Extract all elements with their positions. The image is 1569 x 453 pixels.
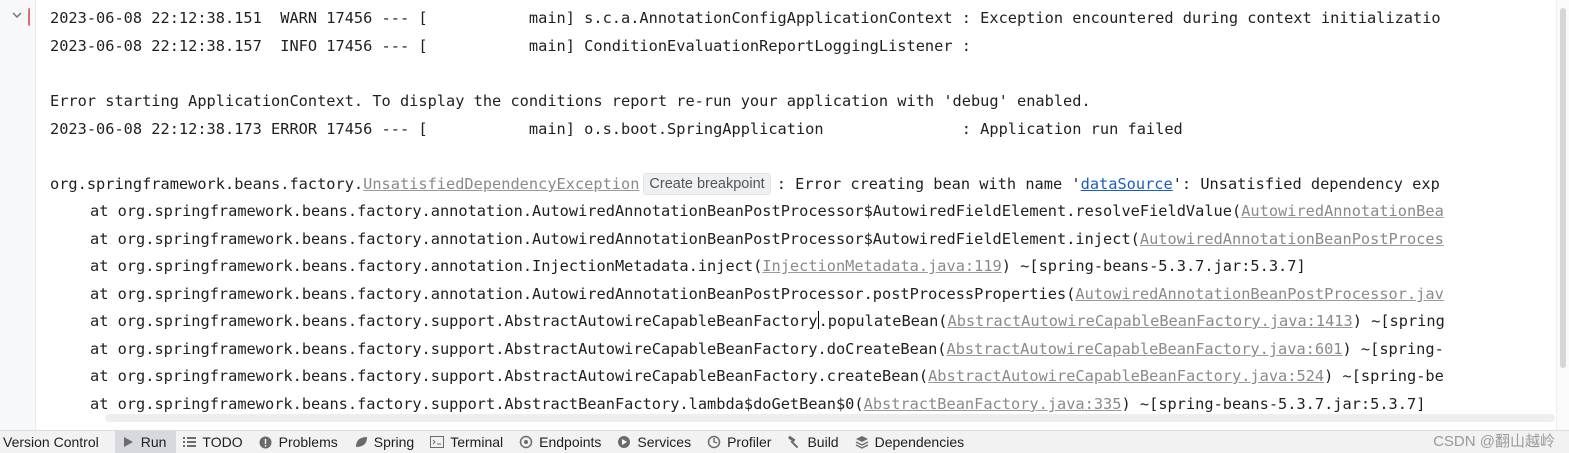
stack-frame-text: at org.springframework.beans.factory.ann…: [90, 230, 1140, 248]
tool-label: Problems: [278, 434, 338, 450]
vertical-scrollbar[interactable]: [1556, 0, 1569, 431]
stack-line: at org.springframework.beans.factory.sup…: [50, 363, 1444, 390]
stack-line: at org.springframework.beans.factory.sup…: [50, 308, 1445, 335]
tool-endpoints[interactable]: Endpoints: [513, 431, 611, 453]
scrollbar-thumb[interactable]: [1560, 8, 1566, 368]
tool-label: Dependencies: [874, 434, 965, 450]
tool-build[interactable]: Build: [781, 431, 848, 453]
exception-line: org.springframework.beans.factory.Unsati…: [50, 171, 1440, 198]
console-gutter: [0, 0, 36, 431]
stack-line: at org.springframework.beans.factory.ann…: [50, 226, 1444, 253]
stack-frame-suffix: ) ~[spring: [1352, 312, 1445, 330]
stack-line: at org.springframework.beans.factory.ann…: [50, 281, 1444, 308]
source-link[interactable]: AbstractAutowireCapableBeanFactory.java:…: [928, 367, 1324, 385]
bean-name-link[interactable]: dataSource: [1081, 175, 1173, 193]
stack-line: at org.springframework.beans.factory.sup…: [50, 336, 1444, 363]
stack-frame-text: at org.springframework.beans.factory.sup…: [90, 367, 929, 385]
exception-prefix: org.springframework.beans.factory.: [50, 175, 364, 193]
stack-frame-text: .populateBean(: [818, 312, 948, 330]
run-console-output[interactable]: 2023-06-08 22:12:38.151 WARN 17456 --- […: [36, 0, 1557, 431]
hammer-icon: [787, 435, 801, 449]
stack-frame-suffix: ) ~[spring-be: [1324, 367, 1444, 385]
horizontal-scrollbar[interactable]: [105, 414, 1555, 422]
stack-frame-text: at org.springframework.beans.factory.sup…: [90, 312, 818, 330]
fold-marker-icon: [28, 8, 33, 26]
tool-label: Run: [140, 434, 167, 450]
source-link[interactable]: AbstractAutowireCapableBeanFactory.java:…: [946, 340, 1342, 358]
tool-problems[interactable]: Problems: [253, 431, 348, 453]
list-icon: [182, 435, 196, 449]
stack-frame-suffix: ) ~[spring-: [1342, 340, 1444, 358]
tool-terminal[interactable]: Terminal: [424, 431, 513, 453]
terminal-icon: [430, 435, 445, 449]
services-icon: [617, 435, 631, 449]
tool-version-control[interactable]: Version Control: [0, 431, 109, 453]
tool-label: TODO: [202, 434, 243, 450]
profiler-icon: [707, 435, 721, 449]
source-link[interactable]: AutowiredAnnotationBeanPostProcessor.jav: [1075, 285, 1443, 303]
info-icon: [259, 435, 273, 449]
stack-frame-text: at org.springframework.beans.factory.ann…: [90, 202, 1242, 220]
source-link[interactable]: AbstractBeanFactory.java:335: [864, 395, 1122, 413]
log-line: 2023-06-08 22:12:38.173 ERROR 17456 --- …: [50, 120, 1183, 138]
exception-message-tail: ': Unsatisfied dependency exp: [1172, 175, 1440, 193]
tool-window-bar: Version Control Run TODO Problems Spring…: [0, 430, 1569, 453]
endpoints-icon: [519, 435, 533, 449]
tool-label: Endpoints: [539, 434, 602, 450]
stack-frame-text: at org.springframework.beans.factory.ann…: [90, 285, 1076, 303]
stack-frame-suffix: ) ~[spring-beans-5.3.7.jar:5.3.7]: [1121, 395, 1426, 413]
stack-icon: [855, 435, 869, 449]
play-icon: [121, 435, 135, 449]
exception-class-link[interactable]: UnsatisfiedDependencyException: [363, 175, 639, 193]
create-breakpoint-button[interactable]: Create breakpoint: [643, 173, 771, 195]
source-link[interactable]: AutowiredAnnotationBeanPostProces: [1140, 230, 1444, 248]
chevron-down-icon[interactable]: [8, 6, 26, 24]
stack-line: at org.springframework.beans.factory.ann…: [50, 253, 1306, 280]
stack-frame-text: at org.springframework.beans.factory.ann…: [90, 257, 763, 275]
tool-label: Profiler: [727, 434, 772, 450]
tool-services[interactable]: Services: [611, 431, 701, 453]
tool-run[interactable]: Run: [114, 431, 177, 453]
source-link[interactable]: AbstractAutowireCapableBeanFactory.java:…: [948, 312, 1353, 330]
exception-message: : Error creating bean with name ': [776, 175, 1081, 193]
stack-frame-suffix: ) ~[spring-beans-5.3.7.jar:5.3.7]: [1001, 257, 1306, 275]
leaf-icon: [354, 435, 368, 449]
tool-label: Spring: [373, 434, 415, 450]
log-line: 2023-06-08 22:12:38.157 INFO 17456 --- […: [50, 37, 971, 55]
source-link[interactable]: InjectionMetadata.java:119: [762, 257, 1001, 275]
stack-frame-text: at org.springframework.beans.factory.sup…: [90, 395, 864, 413]
tool-label: Version Control: [3, 434, 99, 450]
stack-frame-text: at org.springframework.beans.factory.sup…: [90, 340, 947, 358]
log-line: Error starting ApplicationContext. To di…: [50, 92, 1091, 110]
watermark: CSDN @翻山越岭: [1433, 433, 1555, 450]
tool-profiler[interactable]: Profiler: [701, 431, 781, 453]
tool-dependencies[interactable]: Dependencies: [849, 431, 975, 453]
stack-line: at org.springframework.beans.factory.ann…: [50, 198, 1444, 225]
tool-label: Build: [807, 434, 839, 450]
log-line: 2023-06-08 22:12:38.151 WARN 17456 --- […: [50, 9, 1441, 27]
tool-label: Services: [637, 434, 692, 450]
source-link[interactable]: AutowiredAnnotationBea: [1241, 202, 1444, 220]
tool-label: Terminal: [450, 434, 504, 450]
tool-todo[interactable]: TODO: [176, 431, 252, 453]
tool-spring[interactable]: Spring: [348, 431, 424, 453]
